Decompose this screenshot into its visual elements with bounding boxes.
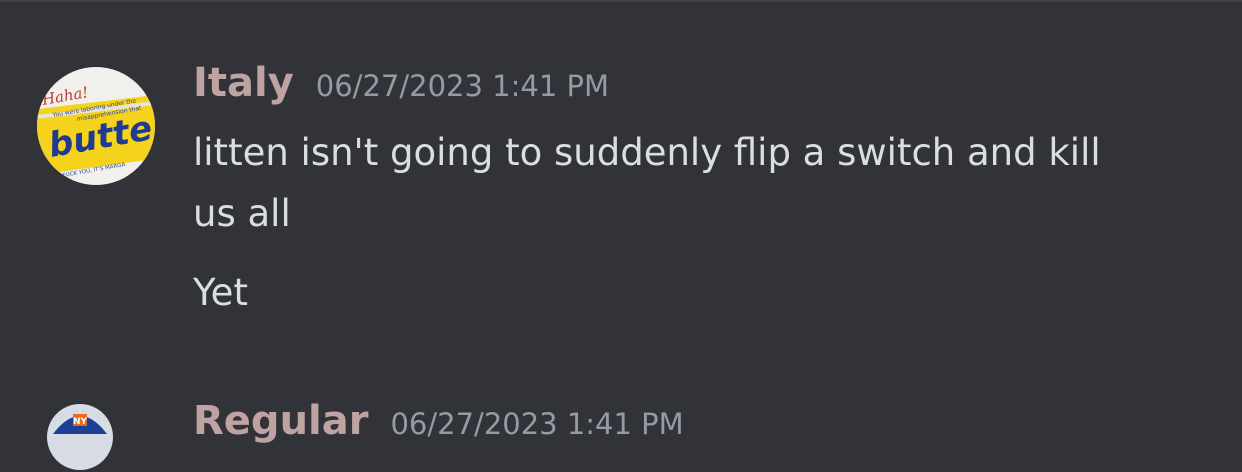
butter-label-avatar-icon[interactable]: Haha! You were laboring under the misapp… <box>37 67 155 185</box>
message-header: Italy 06/27/2023 1:41 PM <box>193 60 609 106</box>
timestamp: 06/27/2023 1:41 PM <box>315 69 609 103</box>
timestamp: 06/27/2023 1:41 PM <box>390 407 684 441</box>
message-text: litten isn't going to suddenly flip a sw… <box>193 131 1101 174</box>
message-header: Regular 06/27/2023 1:41 PM <box>193 398 684 444</box>
svg-text:NY: NY <box>73 417 88 427</box>
message-item: Haha! You were laboring under the misapp… <box>0 0 1242 330</box>
username[interactable]: Regular <box>193 398 368 444</box>
mets-cap-avatar-icon[interactable]: NY <box>45 402 115 472</box>
message-item: NY Regular 06/27/2023 1:41 PM <box>0 330 1242 472</box>
username[interactable]: Italy <box>193 60 294 106</box>
message-text: us all <box>193 192 291 235</box>
message-text: Yet <box>193 271 248 314</box>
